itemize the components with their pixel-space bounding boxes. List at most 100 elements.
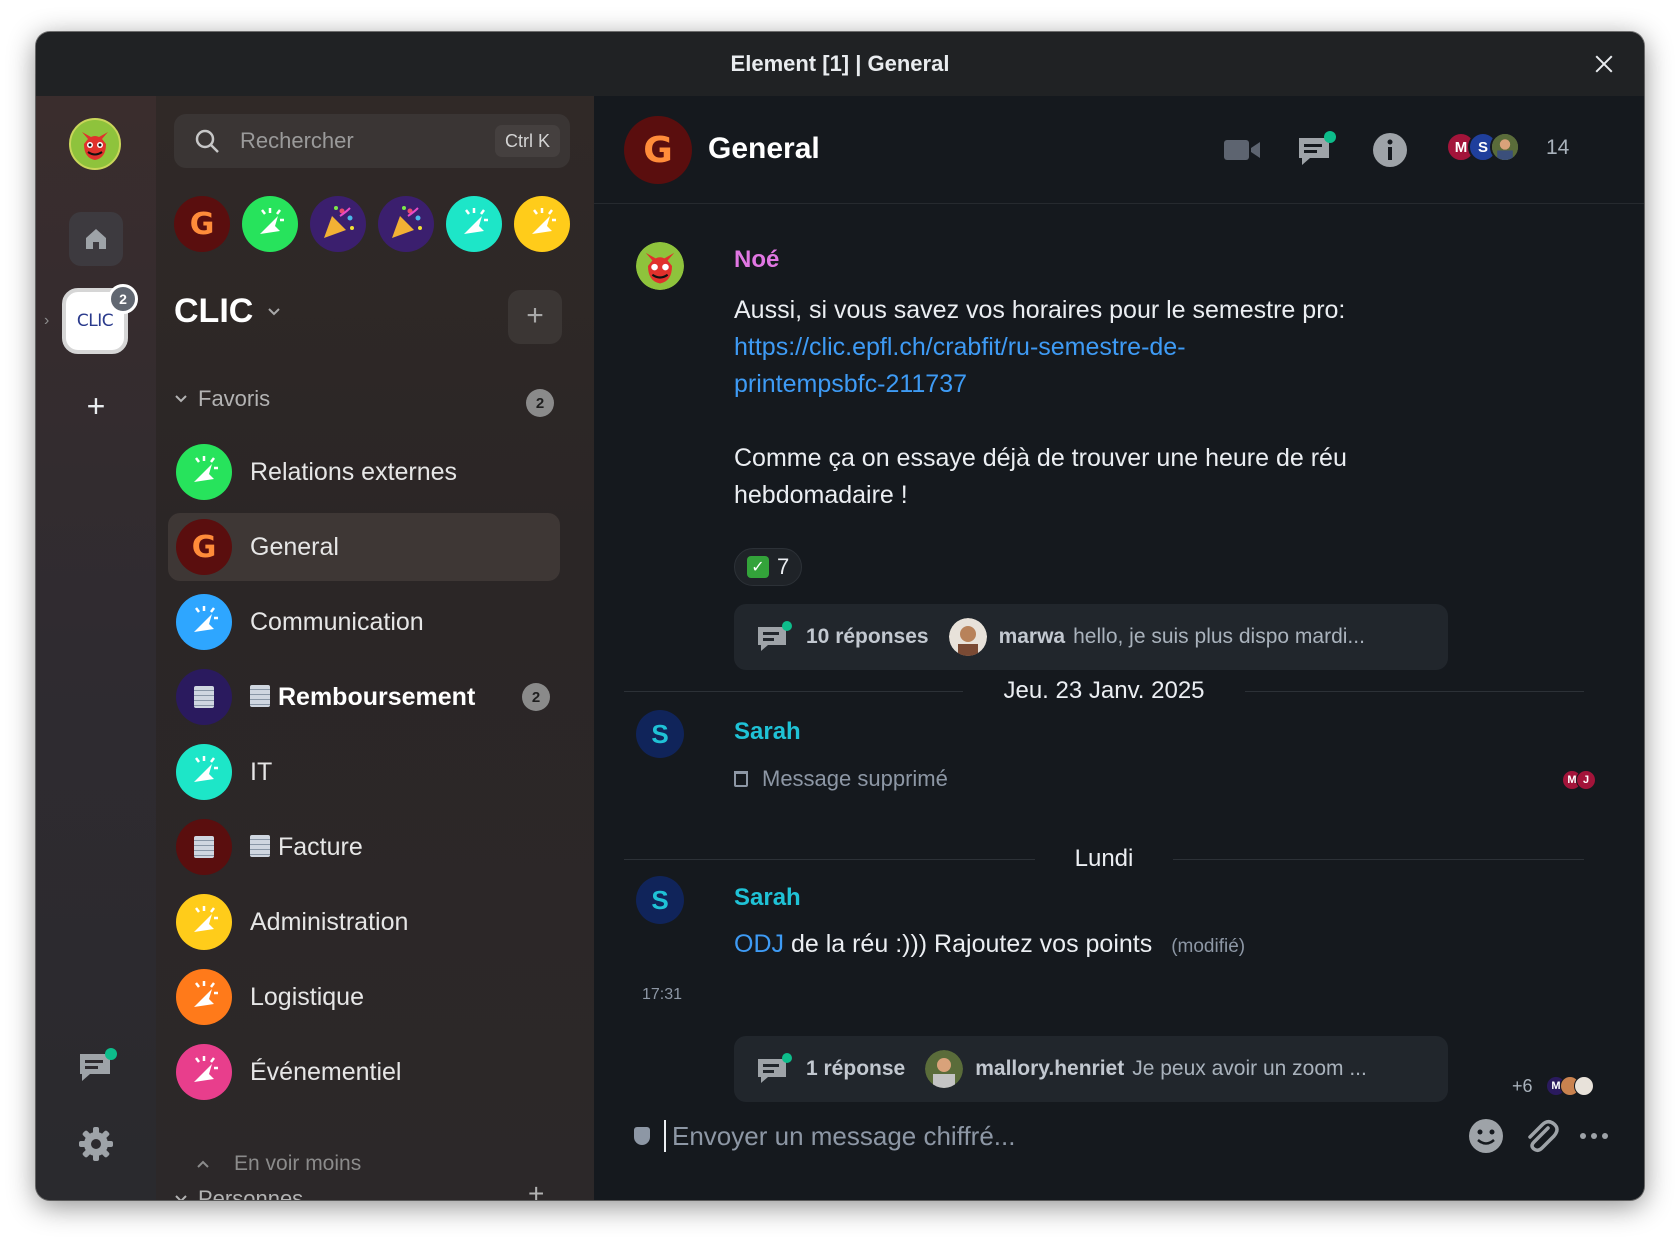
home-button[interactable] xyxy=(69,212,123,266)
sender-name-sarah[interactable]: Sarah xyxy=(734,884,801,912)
see-less-button[interactable]: En voir moins xyxy=(196,1152,361,1176)
thread-summary-sarah[interactable]: 1 réponse mallory.henriet Je peux avoir … xyxy=(734,1036,1448,1102)
reaction-count: 7 xyxy=(777,554,790,579)
room-avatar xyxy=(176,969,232,1025)
room-item-it[interactable]: IT xyxy=(168,738,560,806)
space-bar: › CLIC 2 + xyxy=(36,96,156,1200)
room-list-panel: Rechercher Ctrl K G CLIC + Favoris 2 Rel… xyxy=(156,96,594,1200)
sender-avatar-sarah[interactable]: S xyxy=(636,876,684,924)
room-avatar xyxy=(176,744,232,800)
add-space-button[interactable]: + xyxy=(76,386,116,426)
message-link[interactable]: printempsbfc-211737 xyxy=(734,366,1347,403)
section-favorites-badge: 2 xyxy=(526,389,554,417)
room-name: Communication xyxy=(250,607,424,636)
space-header[interactable]: CLIC xyxy=(174,292,281,331)
room-avatar: G xyxy=(176,519,232,575)
thread-author: mallory.henriet xyxy=(975,1057,1125,1080)
thread-reply-count: 1 réponse xyxy=(806,1057,906,1080)
timeline-panel: G General M S 14 Noé Aussi, si vous save… xyxy=(594,96,1644,1200)
cursor-icon xyxy=(194,981,218,1007)
attachment-icon[interactable] xyxy=(1520,1116,1560,1156)
room-item-evenementiel[interactable]: Événementiel xyxy=(168,1038,560,1106)
room-item-general[interactable]: G General xyxy=(168,513,560,581)
recent-room-party-2[interactable] xyxy=(378,196,434,252)
sender-avatar-sarah[interactable]: S xyxy=(636,710,684,758)
thread-author: marwa xyxy=(998,625,1066,648)
chevron-right-icon[interactable]: › xyxy=(44,312,49,330)
more-options-icon[interactable] xyxy=(1574,1116,1614,1156)
receipt-icon xyxy=(194,836,214,858)
message-text: de la réu :))) Rajoutez vos points xyxy=(790,930,1153,958)
room-item-relations-externes[interactable]: Relations externes xyxy=(168,438,560,506)
reaction-check[interactable]: ✓ 7 xyxy=(734,548,803,586)
chevron-down-icon xyxy=(268,307,281,315)
cursor-icon xyxy=(194,606,218,632)
room-item-remboursement[interactable]: Remboursement 2 xyxy=(168,663,560,731)
read-receipts-more[interactable]: +6 xyxy=(1512,1076,1533,1097)
space-add-button[interactable]: + xyxy=(508,290,562,344)
info-icon[interactable] xyxy=(1370,130,1410,170)
room-header-avatar[interactable]: G xyxy=(624,116,692,184)
sender-avatar-noe[interactable] xyxy=(636,242,684,290)
read-receipts[interactable]: M xyxy=(1546,1076,1594,1096)
room-title[interactable]: General xyxy=(708,132,820,166)
room-unread-badge: 2 xyxy=(522,683,550,711)
receipt-icon xyxy=(250,684,270,707)
room-item-administration[interactable]: Administration xyxy=(168,888,560,956)
recent-room-it[interactable] xyxy=(446,196,502,252)
settings-button[interactable] xyxy=(76,1124,116,1164)
thread-snippet: Je peux avoir un zoom ... xyxy=(1132,1057,1367,1080)
member-facepile[interactable]: M S xyxy=(1446,132,1520,162)
cursor-icon xyxy=(464,208,488,234)
sender-name-noe[interactable]: Noé xyxy=(734,246,779,274)
cursor-icon xyxy=(260,208,284,234)
user-avatar[interactable] xyxy=(69,118,121,170)
thread-summary-noe[interactable]: 10 réponses marwa hello, je suis plus di… xyxy=(734,604,1448,670)
thread-author-avatar xyxy=(925,1050,964,1088)
member-count: 14 xyxy=(1546,136,1570,159)
thread-reply-count: 10 réponses xyxy=(806,625,929,648)
search-icon xyxy=(195,129,219,153)
recent-room-party[interactable] xyxy=(310,196,366,252)
room-avatar xyxy=(176,444,232,500)
message-input[interactable] xyxy=(664,1120,1452,1152)
add-person-button[interactable]: + xyxy=(528,1178,544,1200)
divider xyxy=(624,690,964,692)
space-clic-badge: 2 xyxy=(108,284,138,314)
room-name: Événementiel xyxy=(250,1057,402,1086)
chevron-down-icon xyxy=(175,395,187,403)
cursor-icon xyxy=(194,906,218,932)
recent-room-relations[interactable] xyxy=(242,196,298,252)
recent-room-general[interactable]: G xyxy=(174,196,230,252)
thread-snippet: hello, je suis plus dispo mardi... xyxy=(1073,625,1365,648)
room-item-logistique[interactable]: Logistique xyxy=(168,963,560,1031)
trash-icon xyxy=(734,771,748,787)
room-item-communication[interactable]: Communication xyxy=(168,588,560,656)
devil-avatar-icon xyxy=(73,122,117,166)
read-receipt: J xyxy=(1576,770,1596,790)
divider xyxy=(1173,858,1585,860)
close-icon[interactable] xyxy=(1590,50,1618,78)
chevron-down-icon xyxy=(175,1195,187,1200)
sender-name-sarah[interactable]: Sarah xyxy=(734,718,801,746)
section-people[interactable]: Personnes xyxy=(174,1186,303,1200)
cursor-icon xyxy=(194,456,218,482)
room-name-wrap: Facture xyxy=(250,833,363,862)
section-favorites[interactable]: Favoris xyxy=(174,386,270,412)
recent-room-administration[interactable] xyxy=(514,196,570,252)
emoji-icon[interactable] xyxy=(1466,1116,1506,1156)
room-item-facture[interactable]: Facture xyxy=(168,813,560,881)
room-avatar xyxy=(176,669,232,725)
date-separator: Jeu. 23 Janv. 2025 xyxy=(624,676,1585,706)
room-header-letter: G xyxy=(643,129,673,171)
read-receipts[interactable]: M J xyxy=(1562,770,1596,790)
threads-icon[interactable] xyxy=(1296,130,1336,170)
search-bar[interactable]: Rechercher Ctrl K xyxy=(174,114,570,168)
edited-label[interactable]: (modifié) xyxy=(1171,936,1245,957)
room-avatar xyxy=(176,819,232,875)
cursor-icon xyxy=(194,1056,218,1082)
threads-button[interactable] xyxy=(74,1046,118,1090)
video-call-icon[interactable] xyxy=(1222,130,1262,170)
message-link[interactable]: https://clic.epfl.ch/crabfit/ru-semestre… xyxy=(734,329,1347,366)
message-link[interactable]: ODJ xyxy=(734,930,784,958)
